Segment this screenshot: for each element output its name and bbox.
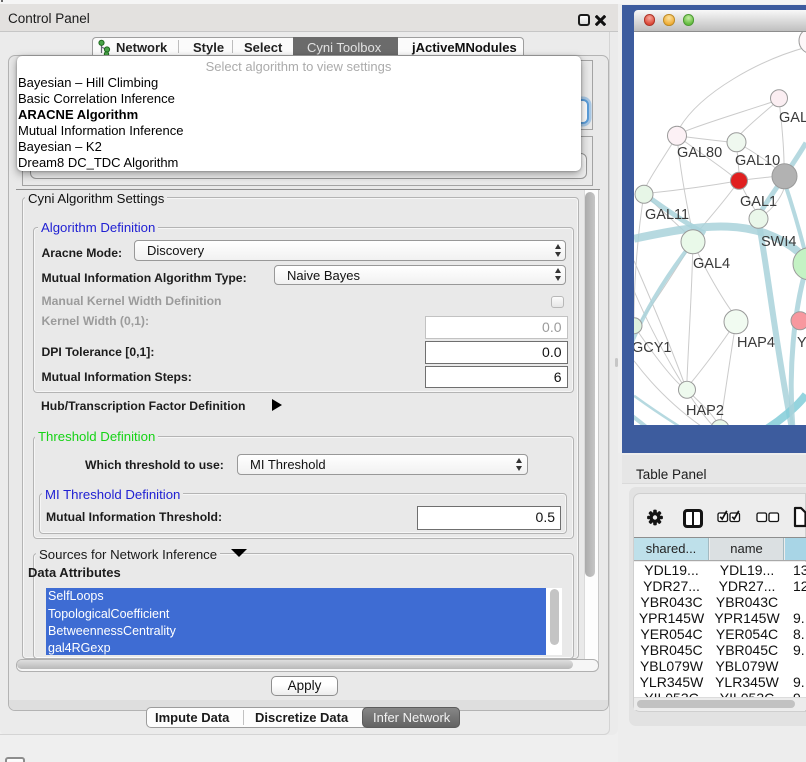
svg-text:GAL11: GAL11 bbox=[645, 206, 689, 222]
svg-text:GAL7: GAL7 bbox=[779, 109, 806, 125]
svg-text:GAL10: GAL10 bbox=[735, 152, 780, 168]
svg-text:GAL80: GAL80 bbox=[677, 144, 722, 160]
svg-text:HAP4: HAP4 bbox=[737, 334, 775, 350]
svg-text:SWI4: SWI4 bbox=[761, 233, 796, 249]
svg-text:GAL1: GAL1 bbox=[740, 193, 777, 209]
svg-text:GAL4: GAL4 bbox=[693, 255, 730, 271]
svg-text:Y: Y bbox=[797, 334, 806, 350]
svg-text:GCY1: GCY1 bbox=[634, 339, 672, 355]
svg-text:HAP2: HAP2 bbox=[686, 402, 724, 418]
